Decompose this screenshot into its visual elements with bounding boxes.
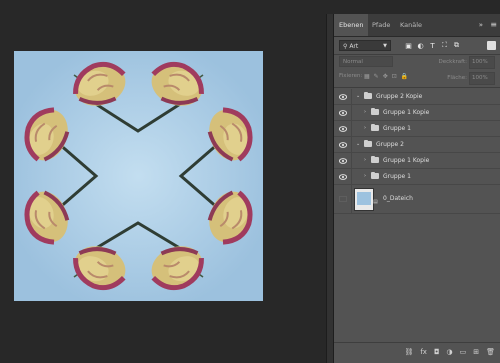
- lock-position-icon[interactable]: ✥: [383, 73, 388, 80]
- layer-row[interactable]: › Gruppe 1 Kopie: [334, 105, 500, 121]
- kaleidoscope-image: [14, 51, 263, 301]
- adjustment-filter-icon[interactable]: ◐: [416, 41, 425, 50]
- layer-name: Gruppe 1 Kopie: [383, 157, 430, 164]
- lock-icons: ▦ ✎ ✥ ⊡ 🔒: [364, 73, 408, 80]
- chevron-right-icon[interactable]: ›: [364, 157, 366, 163]
- layer-row[interactable]: › Gruppe 1: [334, 169, 500, 185]
- chevron-down-icon[interactable]: ⌄: [356, 141, 360, 147]
- divider: [351, 169, 352, 184]
- collapse-panel-icon[interactable]: »: [479, 14, 483, 36]
- panel-menu-icon[interactable]: ≡: [490, 14, 497, 36]
- eye-icon[interactable]: [338, 105, 348, 120]
- workspace: [0, 0, 333, 363]
- layer-filter-row: ⚲ Art ▼ ▣ ◐ T ⛶ ⧉: [334, 38, 500, 54]
- layer-row[interactable]: › Gruppe 1 Kopie: [334, 153, 500, 169]
- folder-icon: [371, 172, 379, 179]
- layer-name: Gruppe 1 Kopie: [383, 109, 430, 116]
- divider: [334, 87, 500, 88]
- adjustment-layer-icon[interactable]: ◑: [447, 348, 453, 356]
- image-filter-icon[interactable]: ▣: [404, 41, 413, 50]
- eye-icon[interactable]: [338, 137, 348, 152]
- smart-object-filter-icon[interactable]: ⧉: [452, 41, 461, 50]
- smart-object-icon: ▤: [373, 199, 378, 205]
- fx-icon[interactable]: fx: [420, 348, 427, 356]
- chevron-down-icon: ▼: [383, 43, 387, 49]
- divider: [351, 105, 352, 120]
- divider: [351, 137, 352, 152]
- chevron-down-icon[interactable]: ⌄: [356, 93, 360, 99]
- eye-icon[interactable]: [338, 89, 348, 104]
- layer-name: Gruppe 2: [376, 141, 404, 148]
- filter-kind-value: Art: [349, 43, 359, 50]
- new-layer-icon[interactable]: ⊞: [473, 348, 479, 356]
- divider: [351, 185, 352, 213]
- eye-icon[interactable]: [338, 153, 348, 168]
- blend-mode-select[interactable]: Normal: [339, 56, 393, 67]
- folder-icon: [364, 140, 372, 147]
- fill-control[interactable]: Fläche: 100%: [447, 72, 495, 85]
- shape-filter-icon[interactable]: ⛶: [440, 41, 449, 50]
- divider: [351, 89, 352, 104]
- filter-icons: ▣ ◐ T ⛶ ⧉: [404, 41, 461, 51]
- lock-row: Fixieren: ▦ ✎ ✥ ⊡ 🔒 Fläche: 100%: [334, 71, 500, 85]
- folder-icon: [371, 124, 379, 131]
- panel-tabbar: Ebenen Pfade Kanäle » ≡: [334, 14, 500, 37]
- trash-icon[interactable]: 🗑: [486, 348, 495, 356]
- divider: [351, 121, 352, 136]
- panel-gutter: [326, 14, 333, 363]
- layer-row[interactable]: › Gruppe 1: [334, 121, 500, 137]
- tab-kanaele[interactable]: Kanäle: [395, 14, 427, 36]
- filter-kind-select[interactable]: ⚲ Art ▼: [339, 40, 391, 51]
- folder-icon: [364, 92, 372, 99]
- tab-ebenen[interactable]: Ebenen: [334, 14, 369, 36]
- layer-thumbnail: [354, 188, 374, 211]
- bottom-icons: ⛓ fx ◘ ◑ ▭ ⊞ 🗑: [404, 348, 495, 356]
- layer-name: Gruppe 2 Kopie: [376, 93, 423, 100]
- opacity-label: Deckkraft:: [438, 59, 468, 65]
- type-filter-icon[interactable]: T: [428, 41, 437, 50]
- chevron-right-icon[interactable]: ›: [364, 109, 366, 115]
- layer-name: Gruppe 1: [383, 125, 411, 132]
- chevron-right-icon[interactable]: ›: [364, 173, 366, 179]
- layers-panel: Ebenen Pfade Kanäle » ≡ ⚲ Art ▼ ▣ ◐ T ⛶ …: [333, 14, 500, 363]
- lock-artboard-icon[interactable]: ⊡: [392, 73, 397, 80]
- layer-list: ⌄ Gruppe 2 Kopie › Gruppe 1 Kopie › Grup…: [334, 89, 500, 214]
- fill-value[interactable]: 100%: [469, 72, 495, 85]
- document-canvas[interactable]: [14, 51, 263, 301]
- blend-row: Normal Deckkraft: 100%: [334, 55, 500, 69]
- tab-pfade[interactable]: Pfade: [367, 14, 395, 36]
- layer-row[interactable]: ⌄ Gruppe 2: [334, 137, 500, 153]
- opacity-value[interactable]: 100%: [469, 56, 495, 69]
- lock-transparent-icon[interactable]: ▦: [364, 73, 370, 80]
- mask-icon[interactable]: ◘: [434, 348, 440, 356]
- new-group-icon[interactable]: ▭: [460, 348, 467, 356]
- layer-name: Gruppe 1: [383, 173, 411, 180]
- link-layers-icon[interactable]: ⛓: [404, 348, 413, 356]
- chevron-right-icon[interactable]: ›: [364, 125, 366, 131]
- eye-hidden-icon[interactable]: [338, 185, 348, 213]
- layer-name: 0_Dateich: [383, 195, 413, 202]
- lock-all-icon[interactable]: 🔒: [401, 73, 408, 80]
- folder-icon: [371, 156, 379, 163]
- layers-bottom-bar: ⛓ fx ◘ ◑ ▭ ⊞ 🗑: [334, 342, 500, 363]
- eye-icon[interactable]: [338, 121, 348, 136]
- lock-pixels-icon[interactable]: ✎: [374, 73, 379, 80]
- opacity-control[interactable]: Deckkraft: 100%: [438, 56, 495, 69]
- fill-label: Fläche:: [447, 75, 467, 81]
- filter-toggle-icon[interactable]: [487, 41, 496, 50]
- eye-icon[interactable]: [338, 169, 348, 184]
- layer-row[interactable]: ▤ 0_Dateich: [334, 185, 500, 214]
- divider: [351, 153, 352, 168]
- folder-icon: [371, 108, 379, 115]
- layer-row[interactable]: ⌄ Gruppe 2 Kopie: [334, 89, 500, 105]
- lock-label: Fixieren:: [339, 73, 363, 79]
